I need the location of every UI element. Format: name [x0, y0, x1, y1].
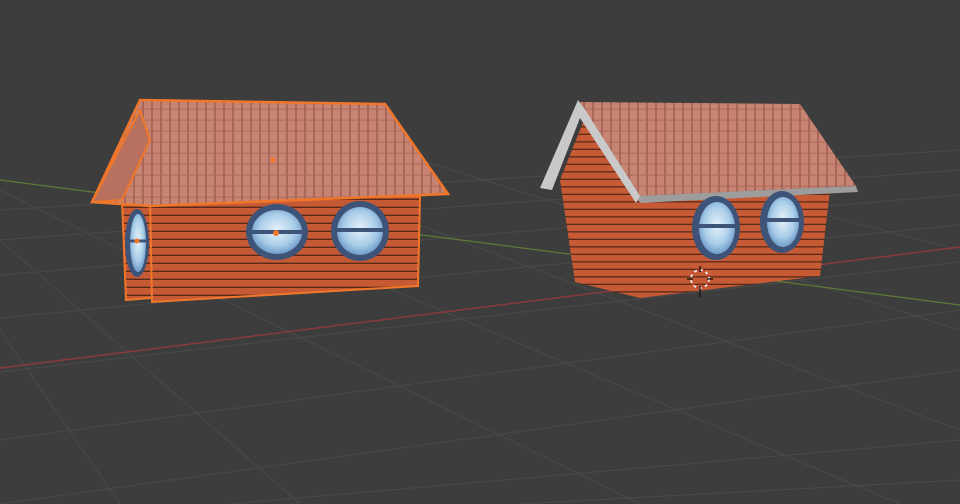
house-roof: [90, 98, 451, 208]
round-window-right: [331, 201, 389, 261]
round-window-left: [692, 196, 740, 260]
house-unselected[interactable]: [540, 100, 858, 298]
round-window-right: [760, 191, 804, 253]
origin-dot-icon[interactable]: [273, 230, 279, 236]
3d-viewport[interactable]: [0, 0, 960, 504]
origin-dot-icon[interactable]: [134, 238, 140, 244]
house-selected[interactable]: [90, 98, 451, 304]
origin-dot-icon[interactable]: [270, 157, 276, 163]
